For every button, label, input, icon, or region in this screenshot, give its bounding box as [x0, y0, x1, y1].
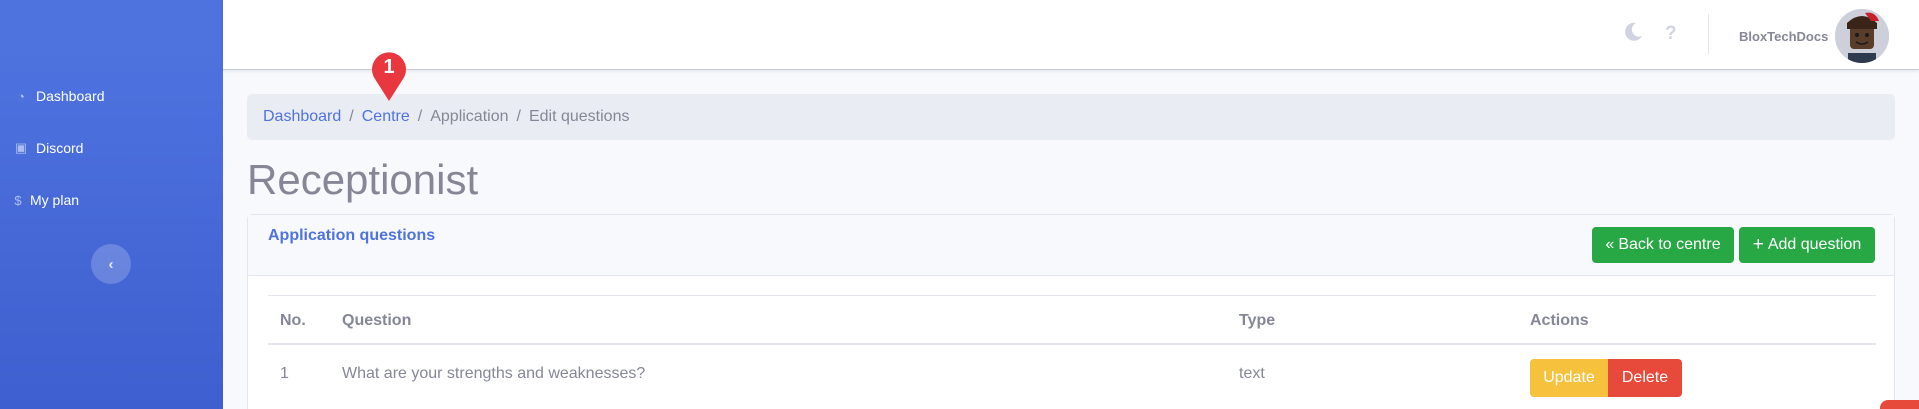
column-header-question: Question	[342, 312, 412, 329]
breadcrumb-separator: /	[417, 108, 423, 125]
back-to-centre-label: Back to centre	[1618, 236, 1721, 253]
sidebar-item-my-plan[interactable]: $ My plan	[14, 192, 79, 208]
dashboard-icon: ◔	[17, 88, 25, 104]
column-header-type: Type	[1239, 312, 1276, 329]
sidebar-toggle-button[interactable]: ‹	[91, 244, 131, 284]
breadcrumb-centre[interactable]: Centre	[362, 108, 410, 126]
row-number: 1	[280, 365, 289, 382]
plus-icon: +	[1752, 234, 1764, 255]
breadcrumb-edit-questions: Edit questions	[528, 108, 630, 125]
chevron-left-icon: ‹	[108, 255, 114, 273]
breadcrumb-separator: /	[516, 108, 521, 125]
breadcrumb-dashboard[interactable]: Dashboard	[263, 108, 341, 126]
discord-icon: ▣	[14, 140, 28, 155]
column-header-no: No.	[280, 312, 306, 329]
sidebar-item-discord[interactable]: ▣ Discord	[14, 140, 84, 156]
question-icon[interactable]: ?	[1665, 23, 1677, 45]
row-question: What are your strengths and weaknesses?	[342, 365, 646, 382]
corner-indicator	[1880, 400, 1919, 409]
avatar[interactable]	[1835, 9, 1889, 63]
dollar-icon: $	[14, 192, 22, 208]
table-row: 1 What are your strengths and weaknesses…	[268, 347, 1876, 407]
double-chevron-left-icon: «	[1605, 236, 1615, 253]
delete-button[interactable]: Delete	[1608, 359, 1682, 397]
card-title: Application questions	[268, 227, 436, 244]
back-to-centre-button[interactable]: « Back to centre	[1592, 227, 1734, 263]
sidebar-item-dashboard[interactable]: ◔ Dashboard	[14, 88, 105, 104]
row-type: text	[1239, 365, 1265, 382]
breadcrumb-application: Application	[430, 108, 509, 125]
topbar: ? BloxTechDocs	[223, 0, 1919, 70]
annotation-marker-label: 1	[383, 56, 394, 78]
user-name[interactable]: BloxTechDocs	[1739, 29, 1828, 44]
topbar-divider	[1708, 14, 1709, 54]
sidebar-item-label: My plan	[30, 192, 80, 208]
annotation-marker: 1	[369, 48, 409, 102]
update-button[interactable]: Update	[1530, 359, 1608, 397]
add-question-label: Add question	[1767, 236, 1862, 253]
breadcrumb-separator: /	[349, 108, 354, 125]
sidebar-item-label: Dashboard	[36, 88, 105, 104]
card-header: Application questions « Back to centre +…	[248, 215, 1894, 276]
column-header-actions: Actions	[1530, 312, 1589, 329]
breadcrumb: Dashboard / Centre / Application / Edit …	[247, 94, 1895, 140]
sidebar-item-label: Discord	[36, 140, 84, 156]
questions-card: Application questions « Back to centre +…	[247, 214, 1895, 409]
moon-icon[interactable]	[1625, 22, 1643, 48]
table-header-row: No. Question Type Actions	[268, 295, 1876, 345]
sidebar: ◔ Dashboard ▣ Discord $ My plan ‹	[0, 0, 223, 409]
page-title: Receptionist	[247, 156, 479, 203]
add-question-button[interactable]: + Add question	[1739, 227, 1875, 263]
